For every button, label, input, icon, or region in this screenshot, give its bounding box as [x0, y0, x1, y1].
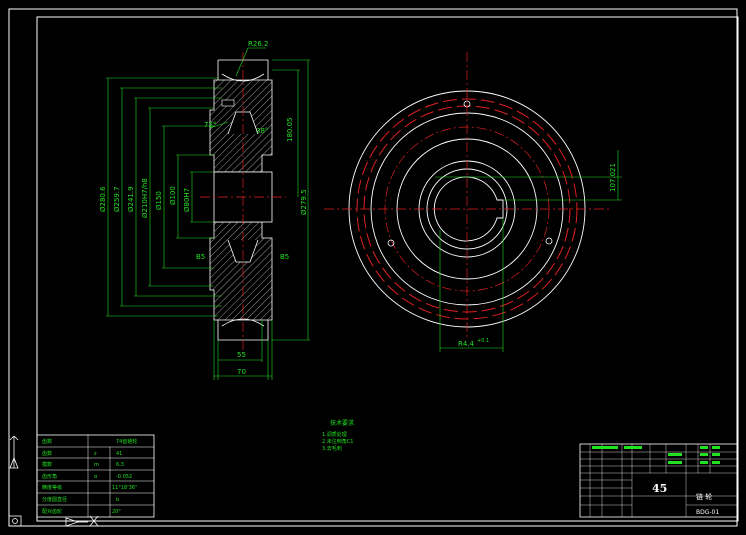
keyway-height-label: 107.021: [609, 163, 617, 192]
diameter-label: Ø150: [155, 191, 163, 210]
table-cell: z: [94, 451, 97, 457]
part-name-label: 链 轮: [696, 492, 712, 501]
table-cell: 6.3: [116, 462, 124, 468]
diameter-label: Ø100: [169, 186, 177, 205]
title-block: 45 链 轮 BDG-01: [579, 443, 739, 518]
table-cell: b: [116, 497, 119, 503]
notes-title: 技术要求: [330, 419, 354, 427]
table-cell: 配对齿轮: [42, 508, 62, 515]
notes-line: 2.未注倒角C1: [322, 438, 353, 445]
diameter-label: Ø210H7/h8: [141, 178, 149, 218]
keyway-width-label: R4.4: [458, 340, 475, 348]
table-cell: 齿形角: [42, 473, 57, 480]
diameter-label: Ø80H7: [183, 188, 191, 212]
technical-notes: 技术要求 1.调质处理 2.未注倒角C1 3.去毛刺: [322, 419, 354, 452]
parameter-table: 齿数 74齿链轮 齿数 z 41 模数 m 6.3 齿形角 α -0.052 精…: [36, 434, 155, 518]
diameter-label: Ø241.9: [127, 186, 135, 212]
diameter-label: Ø259.7: [113, 186, 121, 212]
keyway-tol-label: +0.1: [477, 338, 489, 344]
table-cell: α: [94, 474, 98, 480]
table-header-value: 74齿链轮: [116, 438, 137, 445]
table-cell: m: [94, 462, 99, 468]
table-cell: -0.052: [116, 474, 132, 480]
groove-left-label: B5: [196, 253, 205, 261]
side-view: [324, 52, 622, 352]
width-outer-label: 70: [237, 368, 246, 376]
table-cell: 模数: [42, 461, 52, 468]
inner-frame: [36, 16, 739, 522]
diameter-label: Ø280.6: [99, 186, 107, 212]
groove-right-label: B5: [280, 253, 289, 261]
width-inner-label: 55: [237, 351, 246, 359]
chamfer-angle-label: 75°: [204, 121, 216, 129]
right-dim-label-2: Ø279.5: [300, 189, 308, 215]
notes-line: 1.调质处理: [322, 431, 347, 438]
right-dim-label: 180.05: [286, 118, 294, 143]
table-cell: 11°18'36": [112, 485, 137, 491]
material-label: 45: [652, 482, 667, 495]
notes-line: 3.去毛刺: [322, 445, 342, 452]
radius-label: R26.2: [248, 40, 268, 48]
table-cell: 齿数: [42, 450, 52, 457]
table-cell: 精度等级: [42, 484, 62, 491]
table-header-label: 齿数: [42, 438, 52, 445]
front-section-view: R26.2 75° 38° 180.05 Ø279.5 B5 B5 55 70 …: [99, 40, 310, 380]
table-cell: 分度圆直径: [42, 496, 67, 503]
drawing-number-label: BDG-01: [696, 509, 719, 516]
cad-drawing: R26.2 75° 38° 180.05 Ø279.5 B5 B5 55 70 …: [8, 8, 739, 527]
tooth-angle-label: 38°: [256, 127, 268, 135]
table-cell: 41: [116, 451, 122, 457]
table-cell: 20°: [112, 509, 121, 515]
